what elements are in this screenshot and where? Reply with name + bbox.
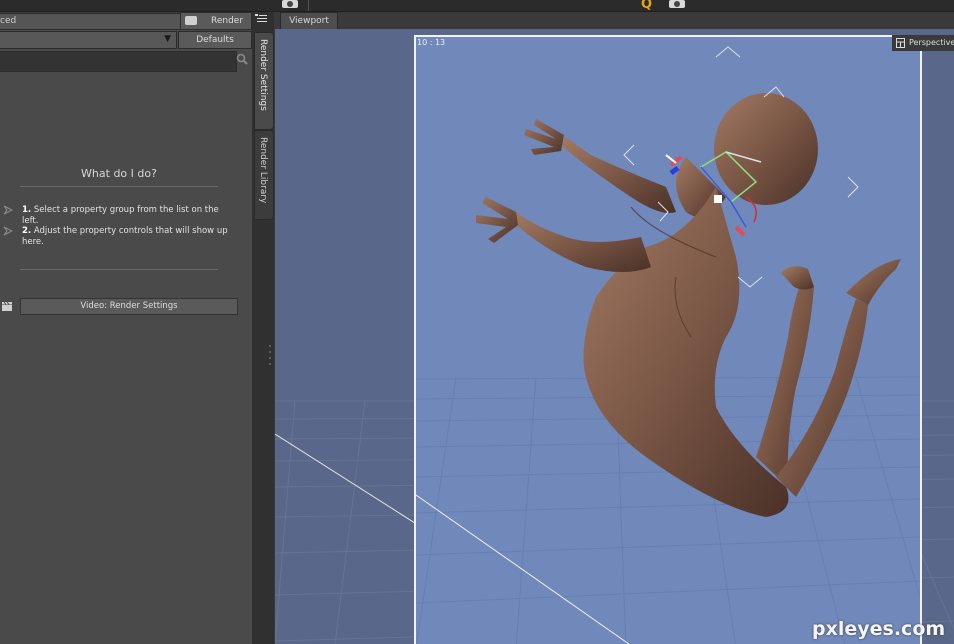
divider bbox=[20, 186, 218, 187]
panel-resize-handle[interactable] bbox=[268, 340, 272, 370]
step-number: 2. bbox=[22, 226, 32, 236]
step-number: 1. bbox=[22, 205, 32, 215]
render-button[interactable]: Render bbox=[180, 12, 252, 30]
perspective-icon bbox=[896, 38, 905, 48]
step-text: Adjust the property controls that will s… bbox=[22, 226, 228, 247]
aspect-ratio-readout: 10 : 13 bbox=[417, 38, 446, 47]
search-row bbox=[0, 51, 252, 72]
chevron-down-icon: ▼ bbox=[164, 34, 171, 44]
preset-tab-label: ced bbox=[0, 16, 17, 26]
render-frame bbox=[414, 35, 922, 644]
watermark: pxleyes.com bbox=[812, 618, 946, 640]
camera-icon[interactable] bbox=[669, 0, 685, 8]
toolbar-divider bbox=[308, 0, 309, 11]
perspective-label: Perspective bbox=[909, 38, 954, 47]
video-render-settings-button[interactable]: Video: Render Settings bbox=[20, 298, 238, 315]
divider bbox=[20, 269, 218, 270]
tab-render-settings[interactable]: Render Settings bbox=[254, 32, 274, 130]
panel-menu-icon[interactable] bbox=[255, 14, 267, 24]
preset-row: ▼ Defaults bbox=[0, 31, 252, 49]
help-step-2: 2. Adjust the property controls that wil… bbox=[22, 226, 234, 248]
preset-tab[interactable]: ced bbox=[0, 13, 181, 30]
tab-viewport[interactable]: Viewport bbox=[280, 12, 338, 29]
help-step-1: 1. Select a property group from the list… bbox=[22, 205, 234, 227]
gold-render-icon[interactable]: Q bbox=[641, 0, 652, 12]
tab-render-library[interactable]: Render Library bbox=[254, 130, 274, 220]
search-icon[interactable] bbox=[236, 53, 248, 65]
tab-label: Render Settings bbox=[258, 39, 268, 111]
preset-dropdown[interactable]: ▼ bbox=[0, 31, 177, 49]
figure bbox=[476, 93, 901, 517]
perspective-camera-selector[interactable]: Perspective bbox=[892, 35, 954, 51]
defaults-button[interactable]: Defaults bbox=[178, 31, 252, 49]
viewport[interactable]: 10 : 13 Perspective bbox=[275, 29, 954, 644]
render-settings-panel: ced Render ▼ Defaults What do I do? 1. S… bbox=[0, 12, 252, 644]
scene-content bbox=[416, 46, 920, 644]
step-text: Select a property group from the list on… bbox=[22, 205, 219, 226]
arrow-icon bbox=[3, 205, 13, 215]
camera-icon[interactable] bbox=[282, 0, 298, 8]
camera-icon bbox=[185, 16, 197, 25]
arrow-icon bbox=[3, 226, 13, 236]
render-button-label: Render bbox=[211, 16, 244, 26]
clapboard-icon bbox=[2, 301, 12, 311]
search-input[interactable] bbox=[0, 51, 237, 72]
tab-label: Render Library bbox=[258, 137, 268, 204]
help-title: What do I do? bbox=[81, 167, 157, 180]
top-toolbar: Q bbox=[0, 0, 954, 12]
panel-header-row: ced Render bbox=[0, 12, 252, 30]
side-tab-strip: Render Settings Render Library bbox=[252, 12, 274, 644]
